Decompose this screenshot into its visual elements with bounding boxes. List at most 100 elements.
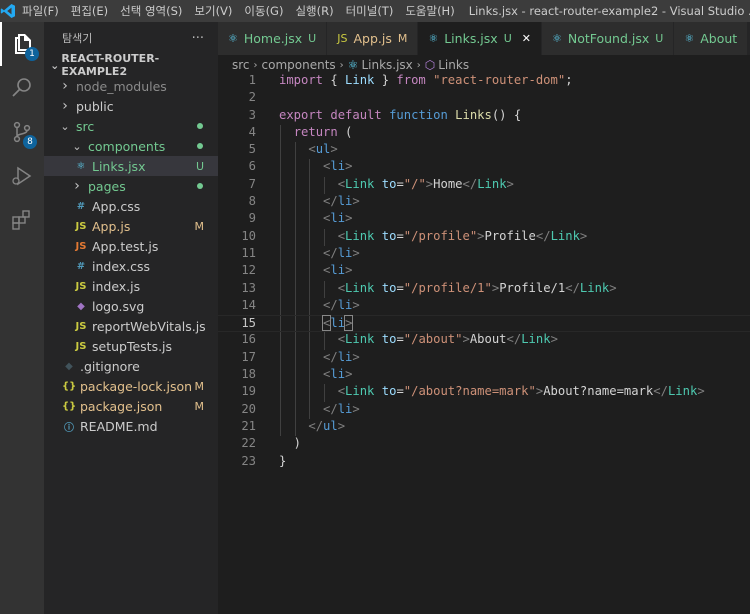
extensions-button[interactable] xyxy=(0,198,44,242)
code-token: li xyxy=(330,211,346,226)
file-item[interactable]: ⓘ README.md xyxy=(44,416,218,436)
file-type-icon: JS xyxy=(75,220,87,232)
line-text: </ul> xyxy=(279,419,345,433)
code-token: </ xyxy=(323,194,338,209)
menu-item[interactable]: 실행(R) xyxy=(289,0,339,22)
folder-item[interactable]: ⌄ src xyxy=(44,116,218,136)
code-token: About xyxy=(469,332,507,347)
file-item[interactable]: {} package.json M xyxy=(44,396,218,416)
code-line: 7 <Link to="/">Home</Link> xyxy=(218,176,750,195)
menu-item[interactable]: 보기(V) xyxy=(188,0,238,22)
chevron-right-icon: › xyxy=(62,78,68,94)
code-token: Home xyxy=(433,176,463,191)
project-section-header[interactable]: ⌄ REACT-ROUTER-EXAMPLE2 xyxy=(44,52,218,78)
code-editor[interactable]: 1 import { Link } from "react-router-dom"… xyxy=(218,73,750,471)
file-item[interactable]: JS setupTests.js xyxy=(44,336,218,356)
menu-item[interactable]: 도움말(H) xyxy=(399,0,460,22)
line-text: <ul> xyxy=(279,142,337,157)
code-line: 13 <Link to="/profile/1">Profile/1</Link… xyxy=(218,280,750,298)
code-token: ul xyxy=(315,142,331,157)
line-text: </li> xyxy=(279,350,360,364)
tab-about[interactable]: ⚛ About xyxy=(674,22,749,55)
line-number: 14 xyxy=(241,297,256,312)
code-token: Link xyxy=(345,332,375,347)
code-token: </ xyxy=(308,418,324,433)
line-text: <Link to="/">Home</Link> xyxy=(279,177,514,191)
code-token: li xyxy=(337,401,353,416)
file-item[interactable]: # index.css xyxy=(44,256,218,276)
menu-item[interactable]: 파일(F) xyxy=(16,0,65,22)
code-token: } xyxy=(279,453,287,468)
search-icon xyxy=(12,78,31,97)
line-text: <Link to="/profile/1">Profile/1</Link> xyxy=(279,281,617,295)
code-token: < xyxy=(337,384,346,399)
file-name: package-lock.json xyxy=(80,378,193,394)
code-token: = xyxy=(396,332,404,347)
code-line: 9 <li> xyxy=(218,211,750,229)
tab-status: M xyxy=(397,32,408,45)
file-name: index.css xyxy=(92,258,151,274)
file-item[interactable]: ◆ logo.svg xyxy=(44,296,218,316)
folder-item[interactable]: › node_modules xyxy=(44,76,218,96)
breadcrumb-item[interactable]: components xyxy=(262,58,336,72)
source-control-button[interactable]: 8 xyxy=(0,110,44,154)
menu-item[interactable]: 선택 영역(S) xyxy=(114,0,188,22)
file-name: package.json xyxy=(80,398,163,414)
folder-item[interactable]: ⌄ components xyxy=(44,136,218,156)
breadcrumb-item[interactable]: Links xyxy=(438,58,469,72)
code-token: to xyxy=(381,280,397,295)
chevron-right-icon: › xyxy=(416,59,421,71)
menu-item[interactable]: 편집(E) xyxy=(65,0,114,22)
file-name: pages xyxy=(88,178,126,194)
tab-status: U xyxy=(655,32,664,45)
code-token: = xyxy=(396,384,404,399)
breadcrumb-item[interactable]: src xyxy=(232,58,250,72)
code-token: Profile xyxy=(484,228,536,243)
file-item[interactable]: {} package-lock.json M xyxy=(44,376,218,396)
editor-tabs: ⚛ Home.jsx U JS App.js M ⚛ Links.jsx U ✕ ⚛ NotFound… xyxy=(218,22,750,55)
line-text: <Link to="/about">About</Link> xyxy=(279,332,558,346)
tab-app-js[interactable]: JS App.js M xyxy=(327,22,419,55)
folder-item[interactable]: › public xyxy=(44,96,218,116)
code-line: 15 <li> xyxy=(218,315,750,333)
tab-links-jsx[interactable]: ⚛ Links.jsx U ✕ xyxy=(418,22,542,55)
code-token: </ xyxy=(462,176,478,191)
more-actions-button[interactable]: ··· xyxy=(192,31,204,46)
file-tree: › node_modules › public ⌄ src ⌄ components ⚛ Link… xyxy=(44,76,218,436)
file-item[interactable]: # App.css xyxy=(44,196,218,216)
file-name: setupTests.js xyxy=(92,338,173,354)
file-item[interactable]: JS App.test.js xyxy=(44,236,218,256)
code-line: 21 </ul> xyxy=(218,418,750,437)
close-icon[interactable]: ✕ xyxy=(522,32,531,45)
code-token: { xyxy=(323,73,346,87)
code-token: > xyxy=(337,418,346,433)
code-token: > xyxy=(345,159,353,174)
breadcrumb-item[interactable]: Links.jsx xyxy=(361,58,412,72)
file-item[interactable]: ◆ .gitignore xyxy=(44,356,218,376)
menu-item[interactable]: 이동(G) xyxy=(238,0,289,22)
chevron-down-icon: ⌄ xyxy=(50,58,60,72)
code-token: Link xyxy=(345,228,375,243)
run-debug-button[interactable] xyxy=(0,154,44,198)
file-item[interactable]: ⚛ Links.jsx U xyxy=(44,156,218,176)
search-button[interactable] xyxy=(0,66,44,110)
chevron-down-icon: ⌄ xyxy=(60,119,70,133)
line-number: 15 xyxy=(241,316,256,331)
file-item[interactable]: JS reportWebVitals.js xyxy=(44,316,218,336)
tab-notfound-jsx[interactable]: ⚛ NotFound.jsx U xyxy=(541,22,675,55)
code-token: Link xyxy=(345,384,375,399)
file-item[interactable]: JS App.js M xyxy=(44,216,218,236)
code-line: 8 </li> xyxy=(218,194,750,212)
menu-item[interactable]: 터미널(T) xyxy=(340,0,400,22)
folder-item[interactable]: › pages xyxy=(44,176,218,196)
file-item[interactable]: JS index.js xyxy=(44,276,218,296)
code-token: li xyxy=(337,297,353,312)
tab-home-jsx[interactable]: ⚛ Home.jsx U xyxy=(218,22,328,55)
file-type-icon: {} xyxy=(62,380,77,392)
code-line: 17 </li> xyxy=(218,349,750,368)
explorer-button[interactable]: 1 xyxy=(0,22,44,66)
